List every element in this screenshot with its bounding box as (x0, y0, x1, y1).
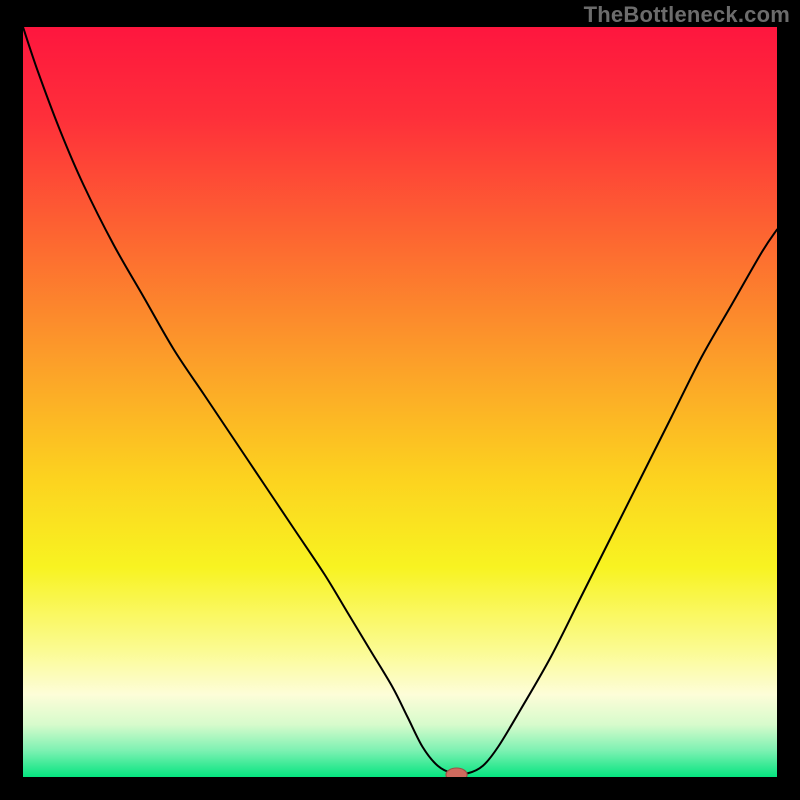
gradient-background (23, 27, 777, 777)
watermark-text: TheBottleneck.com (584, 2, 790, 28)
optimal-point-marker (446, 768, 467, 777)
plot-area (23, 27, 777, 777)
chart-svg (23, 27, 777, 777)
frame: TheBottleneck.com (0, 0, 800, 800)
